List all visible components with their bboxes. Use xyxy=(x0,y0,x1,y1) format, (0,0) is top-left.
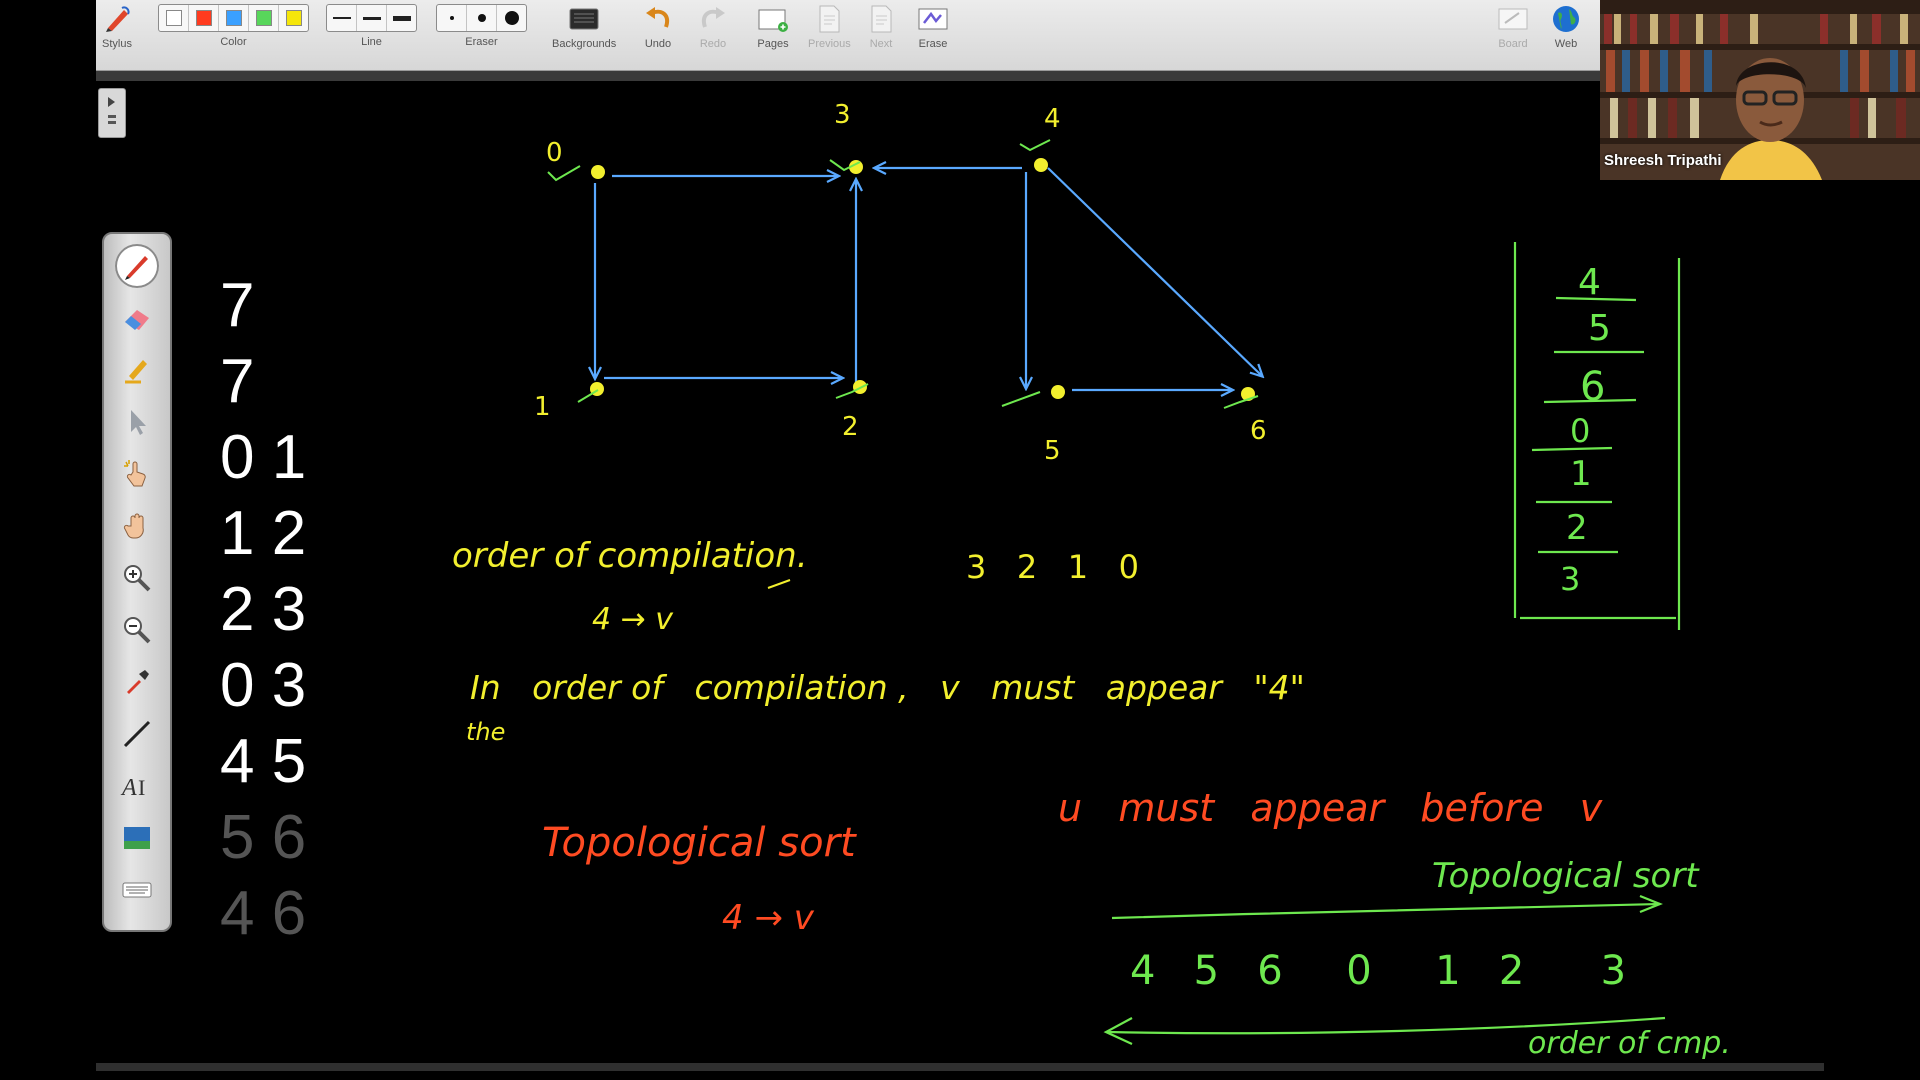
note-topo-sequence: 4 5 6 0 1 2 3 xyxy=(1130,948,1627,994)
graph-node-5 xyxy=(1051,385,1065,399)
stack-item: 1 xyxy=(1570,454,1592,494)
webcam-feed: Shreesh Tripathi xyxy=(1600,0,1920,180)
node-label-3: 3 xyxy=(834,100,851,130)
node-label-6: 6 xyxy=(1250,416,1267,446)
stack-item: 5 xyxy=(1588,308,1611,349)
note-u-before-v: u must appear before v xyxy=(1058,786,1603,830)
note-topo-sort-arrow: Topological sort xyxy=(1432,856,1699,896)
note-reverse-sequence: 3 2 1 0 xyxy=(966,548,1139,586)
node-label-2: 2 xyxy=(842,412,859,442)
note-order-of-compilation: order of compilation. xyxy=(452,536,808,576)
stack-item: 4 xyxy=(1578,262,1601,303)
graph-node-4 xyxy=(1034,158,1048,172)
edge-4-6 xyxy=(1047,167,1262,376)
node-label-4: 4 xyxy=(1044,104,1061,134)
node-label-5: 5 xyxy=(1044,436,1061,466)
stack-item: 0 xyxy=(1570,412,1591,450)
stack-item: 3 xyxy=(1560,560,1581,598)
note-statement-cont: the xyxy=(466,718,506,746)
stack-item: 2 xyxy=(1566,508,1588,548)
participant-name: Shreesh Tripathi xyxy=(1604,152,1722,169)
note-topological-sort: Topological sort xyxy=(542,820,856,866)
note-u-to-v: 4 → v xyxy=(592,602,674,637)
bottom-divider xyxy=(96,1063,1824,1071)
note-statement: In order of compilation , v must appear … xyxy=(470,668,1305,707)
stack-item: 6 xyxy=(1580,364,1606,410)
node-label-1: 1 xyxy=(534,392,551,422)
note-topo-u-to-v: 4 → v xyxy=(722,898,814,938)
graph-node-0 xyxy=(591,165,605,179)
note-order-of-cmp: order of cmp. xyxy=(1528,1026,1731,1061)
node-label-0: 0 xyxy=(546,138,563,168)
